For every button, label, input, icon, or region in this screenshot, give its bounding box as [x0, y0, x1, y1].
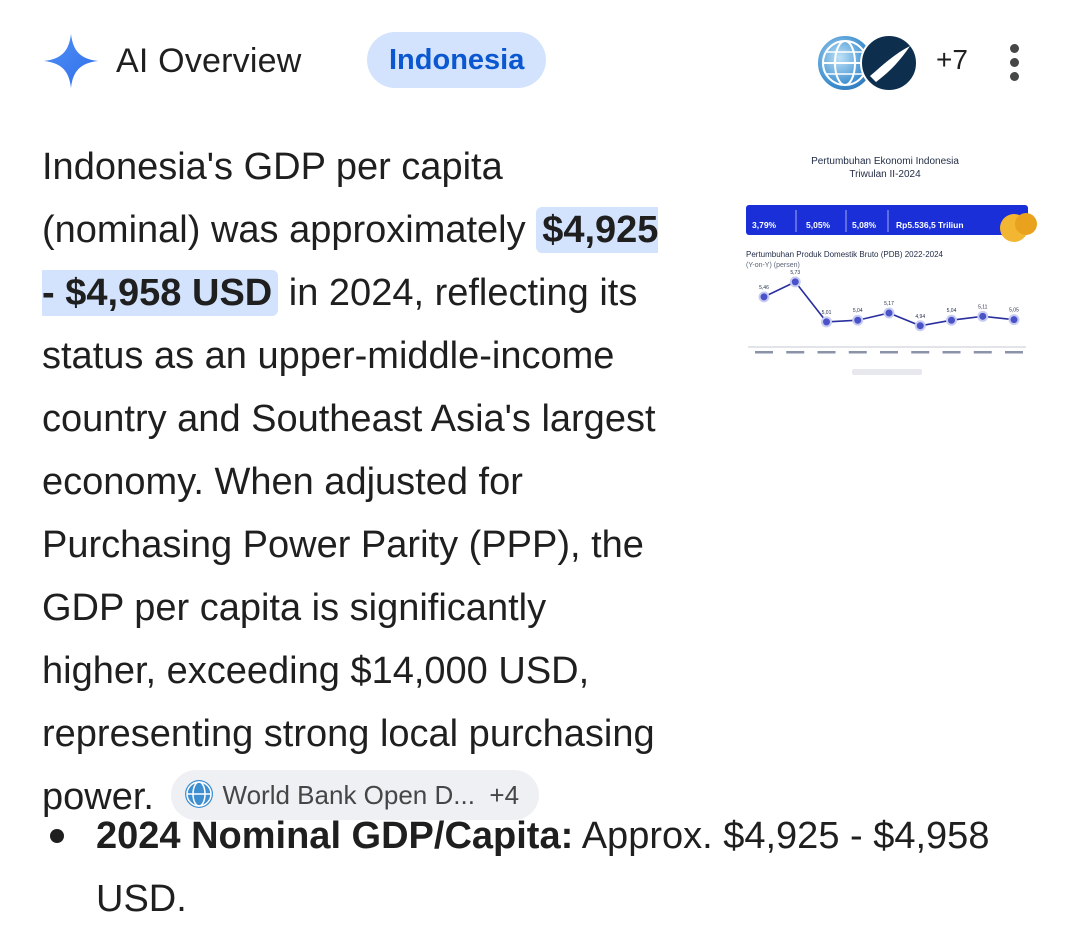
topic-chip-indonesia[interactable]: Indonesia [367, 32, 547, 88]
bullet-dot [50, 829, 64, 843]
more-sources-count[interactable]: +7 [936, 44, 968, 76]
overview-paragraph: Indonesia's GDP per capita (nominal) was… [42, 136, 1002, 829]
bullet-label: 2024 Nominal GDP/Capita: [96, 815, 574, 857]
data-label: 5,05 [1009, 308, 1019, 314]
ai-overview-title: AI Overview [116, 42, 302, 80]
ai-sparkle-icon [43, 33, 99, 89]
x-tick-label [1005, 351, 1023, 354]
data-point [1008, 314, 1020, 326]
source-avatars[interactable]: +7 [816, 32, 968, 92]
brand-swoosh-icon [860, 34, 918, 92]
more-vert-icon[interactable] [1000, 38, 1030, 84]
ai-overview-header: AI Overview Indonesia +7 [40, 30, 1040, 92]
overview-text-start: Indonesia's GDP per capita (nominal) was… [42, 146, 537, 251]
overview-text-rest: in 2024, reflecting its status as an upp… [42, 272, 656, 818]
list-item: 2024 Nominal GDP/Capita: Approx. $4,925 … [50, 805, 1010, 931]
